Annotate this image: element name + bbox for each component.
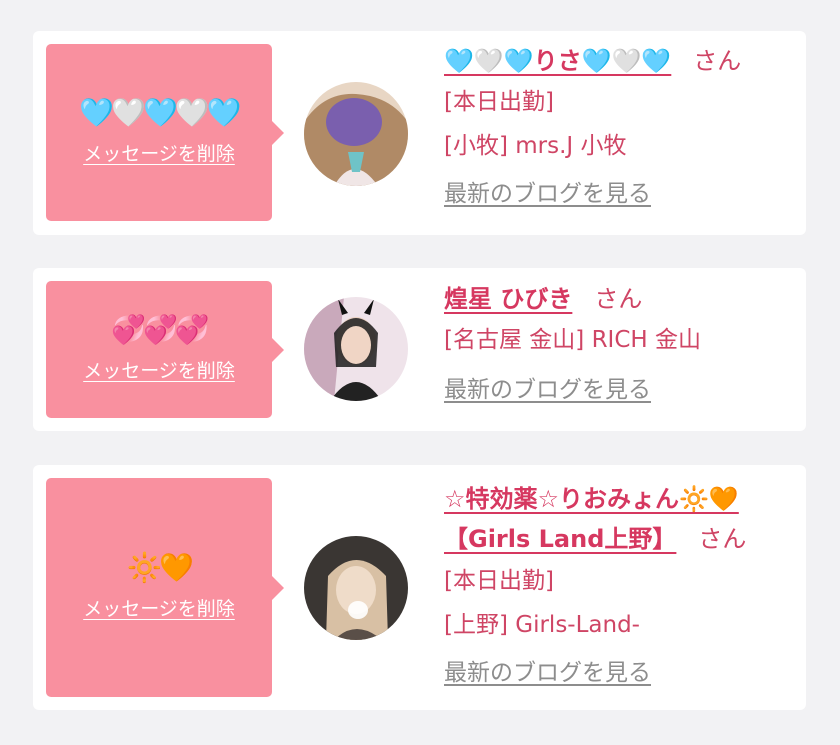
girl-info: ☆特効薬☆りおみょん🔆🧡【Girls Land上野】 さん [本日出勤] [上野]… — [444, 479, 792, 693]
delete-message-link[interactable]: メッセージを削除 — [83, 356, 235, 383]
latest-blog-link[interactable]: 最新のブログを見る — [444, 370, 792, 410]
girl-info: 🩵🤍🩵りさ🩵🤍🩵 さん [本日出勤] [小牧] mrs.J 小牧 最新のブログを見… — [444, 42, 792, 214]
message-emoji: 💞💞💞 — [111, 313, 210, 346]
honorific: さん — [698, 525, 747, 553]
avatar[interactable] — [304, 536, 408, 640]
latest-blog-link[interactable]: 最新のブログを見る — [444, 653, 792, 693]
avatar[interactable] — [304, 297, 408, 401]
message-bubble: 🩵🤍🩵🤍🩵 メッセージを削除 — [46, 44, 284, 221]
message-card: 🔆🧡 メッセージを削除 ☆特効薬☆りおみょん🔆🧡【Girls Land上野】 さん… — [33, 465, 806, 710]
girl-info: 煌星 ひびき さん [名古屋 金山] RICH 金山 最新のブログを見る — [444, 280, 792, 410]
message-emoji: 🩵🤍🩵🤍🩵 — [79, 96, 241, 129]
shop-name: [小牧] mrs.J 小牧 — [444, 133, 627, 159]
shift-status: [本日出勤] — [444, 89, 554, 115]
shop-name: [上野] Girls-Land- — [444, 612, 640, 638]
latest-blog-link[interactable]: 最新のブログを見る — [444, 174, 792, 214]
girl-name-link[interactable]: ☆特効薬☆りおみょん🔆🧡【Girls Land上野】 — [444, 485, 739, 553]
avatar[interactable] — [304, 82, 408, 186]
shop-name: [名古屋 金山] RICH 金山 — [444, 327, 701, 353]
shift-status: [本日出勤] — [444, 568, 554, 594]
message-emoji: 🔆🧡 — [127, 551, 194, 584]
delete-message-link[interactable]: メッセージを削除 — [83, 139, 235, 166]
message-bubble: 🔆🧡 メッセージを削除 — [46, 478, 284, 697]
message-card: 🩵🤍🩵🤍🩵 メッセージを削除 🩵🤍🩵りさ🩵🤍🩵 さん [本日出勤] [小牧] mr… — [33, 31, 806, 235]
message-bubble: 💞💞💞 メッセージを削除 — [46, 281, 284, 418]
girl-name-link[interactable]: 🩵🤍🩵りさ🩵🤍🩵 — [444, 47, 671, 75]
honorific: さん — [693, 47, 742, 75]
message-card: 💞💞💞 メッセージを削除 煌星 ひびき さん [名古屋 金山] RICH 金山 最… — [33, 268, 806, 431]
honorific: さん — [594, 285, 643, 313]
girl-name-link[interactable]: 煌星 ひびき — [444, 285, 572, 313]
delete-message-link[interactable]: メッセージを削除 — [83, 594, 235, 621]
